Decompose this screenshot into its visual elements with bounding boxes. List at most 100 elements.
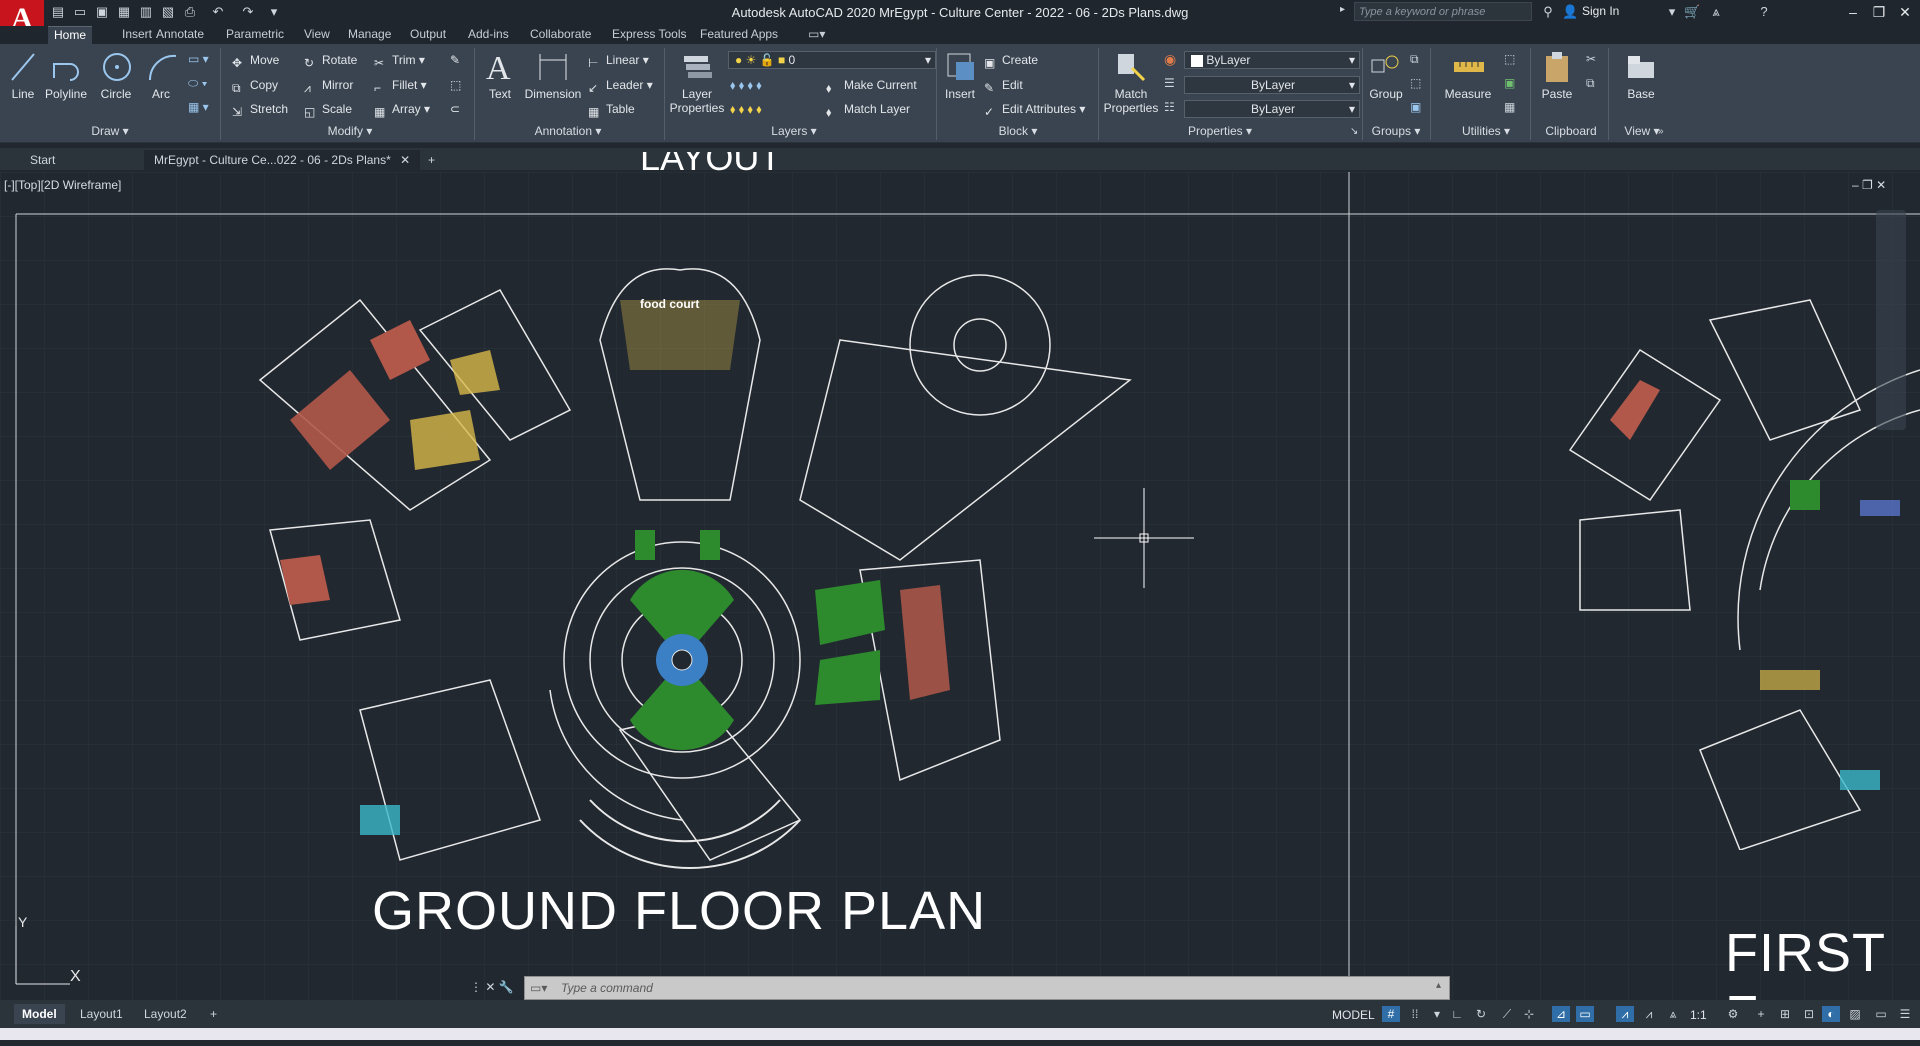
offset-icon[interactable]: ⊂ (450, 100, 460, 118)
new-file-icon[interactable]: ▤ (50, 4, 66, 20)
user-icon[interactable]: 👤 (1562, 4, 1578, 20)
create-block-button[interactable]: ▣ Create (984, 51, 1038, 70)
tab-collaborate[interactable]: Collaborate (524, 26, 597, 44)
rectangle-icon[interactable]: ▭ ▾ (188, 52, 209, 66)
annotation-visibility-icon[interactable]: ⩘ (1616, 1006, 1634, 1022)
redo-icon[interactable]: ↷ (240, 4, 256, 20)
snap-icon[interactable]: ⁞⁞ (1406, 1006, 1424, 1022)
open-web-icon[interactable]: ▥ (138, 4, 154, 20)
binoculars-icon[interactable]: ⚲ (1540, 4, 1556, 20)
properties-dialog-launcher-icon[interactable]: ↘ (1350, 126, 1358, 137)
snap-dropdown-icon[interactable]: ▾ (1428, 1006, 1446, 1022)
navigation-bar[interactable] (1876, 210, 1906, 430)
cart-icon[interactable]: 🛒 (1684, 4, 1700, 20)
tab-express-tools[interactable]: Express Tools (606, 26, 692, 44)
fillet-button[interactable]: ⌐ Fillet ▾ (374, 76, 427, 95)
tab-add-ins[interactable]: Add-ins (462, 26, 515, 44)
tab-annotate[interactable]: Annotate (150, 26, 210, 44)
annotation-panel-label[interactable]: Annotation ▾ (518, 124, 618, 140)
select-all-icon[interactable]: ⬚ (1504, 52, 1515, 66)
properties-panel-label[interactable]: Properties ▾ (1170, 124, 1270, 140)
open-file-icon[interactable]: ▭ (72, 4, 88, 20)
signin-dropdown-icon[interactable]: ▾ (1664, 4, 1680, 20)
modify-panel-label[interactable]: Modify ▾ (300, 124, 400, 140)
arc-button[interactable]: Arc (146, 87, 176, 101)
annotation-monitor-icon[interactable]: + (1752, 1006, 1770, 1022)
annotation-scale-value[interactable]: 1:1 (1690, 1008, 1707, 1022)
linetype-dropdown[interactable]: ByLayer ▾ (1184, 100, 1360, 118)
hardware-acceleration-icon[interactable]: ▨ (1846, 1006, 1864, 1022)
ribbon-expand-icon[interactable]: » (1658, 126, 1664, 137)
isodraft-icon[interactable]: ⟋ (1498, 1006, 1516, 1022)
undo-icon[interactable]: ↶ (210, 4, 226, 20)
measure-button[interactable]: Measure (1440, 87, 1496, 101)
new-tab-button[interactable]: + (418, 150, 445, 170)
close-window-button[interactable]: ✕ (1894, 2, 1916, 22)
scale-button[interactable]: ◱ Scale (304, 100, 352, 119)
sign-in-button[interactable]: Sign In (1582, 4, 1619, 18)
viewport-window-controls[interactable]: ‒ ❐ ✕ (1852, 178, 1886, 192)
circle-button[interactable]: Circle (96, 87, 136, 101)
lineweight-dropdown[interactable]: ByLayer ▾ (1184, 76, 1360, 94)
ribbon-display-toggle-icon[interactable]: ▭▾ (802, 26, 831, 44)
linear-button[interactable]: ⊢ Linear ▾ (588, 51, 649, 70)
annotation-scale-icon[interactable]: ⩓ (1664, 1006, 1682, 1022)
layer-properties-button[interactable]: Layer Properties (668, 87, 726, 115)
stretch-button[interactable]: ⇲ Stretch (232, 100, 288, 119)
polar-icon[interactable]: ↻ (1472, 1006, 1490, 1022)
ground-floor-plan[interactable]: food court (240, 260, 1160, 880)
hatch-icon[interactable]: ⬭ ▾ (188, 76, 207, 91)
copy-button[interactable]: ⧉ Copy (232, 76, 278, 95)
array-button[interactable]: ▦ Array ▾ (374, 100, 430, 119)
color-dropdown[interactable]: ByLayer ▾ (1184, 51, 1360, 69)
workspace-gear-icon[interactable]: ⚙ (1724, 1006, 1742, 1022)
restore-window-button[interactable]: ❐ (1868, 2, 1890, 22)
layout2-tab[interactable]: Layout2 (136, 1004, 195, 1024)
ortho-icon[interactable]: ∟ (1448, 1006, 1466, 1022)
first-floor-plan[interactable] (1560, 290, 1920, 850)
leader-button[interactable]: ↙ Leader ▾ (588, 76, 653, 95)
table-button[interactable]: ▦ Table (588, 100, 635, 119)
text-button[interactable]: Text (482, 87, 518, 101)
groups-panel-label[interactable]: Groups ▾ (1366, 124, 1426, 140)
start-tab[interactable]: Start (20, 150, 65, 170)
clipboard-panel-label[interactable]: Clipboard (1536, 124, 1606, 140)
model-space-toggle[interactable]: MODEL (1332, 1008, 1375, 1022)
tab-manage[interactable]: Manage (342, 26, 397, 44)
tab-featured-apps[interactable]: Featured Apps (694, 26, 784, 44)
group-edit-icon[interactable]: ⬚ (1410, 76, 1421, 90)
calculator-icon[interactable]: ▦ (1504, 100, 1515, 114)
edit-attributes-button[interactable]: ✓ Edit Attributes ▾ (984, 100, 1085, 119)
base-view-button[interactable]: Base (1620, 87, 1662, 101)
save-web-icon[interactable]: ▧ (160, 4, 176, 20)
explode-icon[interactable]: ⬚ (450, 76, 461, 94)
erase-icon[interactable]: ✎ (450, 51, 460, 69)
group-selection-icon[interactable]: ▣ (1410, 100, 1421, 114)
clean-screen-icon[interactable]: ▭ (1872, 1006, 1890, 1022)
add-layout-button[interactable]: + (202, 1004, 225, 1024)
command-line-input[interactable]: Type a command (524, 976, 1450, 1000)
plot-icon[interactable]: ⎙ (182, 4, 198, 20)
paste-button[interactable]: Paste (1536, 87, 1578, 101)
command-history-icon[interactable]: ▭▾ (530, 981, 547, 995)
line-button[interactable]: Line (8, 87, 38, 101)
dimension-button[interactable]: Dimension (520, 87, 586, 101)
customize-quick-access-icon[interactable]: ▾ (266, 4, 282, 20)
tab-parametric[interactable]: Parametric (220, 26, 290, 44)
tab-view[interactable]: View (298, 26, 336, 44)
utilities-panel-label[interactable]: Utilities ▾ (1446, 124, 1526, 140)
viewport-controls-label[interactable]: [-][Top][2D Wireframe] (4, 178, 121, 192)
trim-button[interactable]: ✂ Trim ▾ (374, 51, 425, 70)
layers-panel-label[interactable]: Layers ▾ (744, 124, 844, 140)
layout1-tab[interactable]: Layout1 (72, 1004, 131, 1024)
copy-clip-icon[interactable]: ⧉ (1586, 76, 1595, 91)
block-panel-label[interactable]: Block ▾ (968, 124, 1068, 140)
a360-icon[interactable]: ⩓ (1708, 4, 1724, 20)
layer-tools-icons-row1[interactable]: ⬧ ⬧ ⬧ ⬧ (730, 76, 762, 94)
model-tab[interactable]: Model (14, 1004, 65, 1024)
make-current-button[interactable]: ⬧ Make Current (826, 76, 917, 95)
mirror-button[interactable]: ⩘ Mirror (304, 76, 353, 95)
lineweight-display-icon[interactable]: ▭ (1576, 1006, 1594, 1022)
move-button[interactable]: ✥ Move (232, 51, 279, 70)
document-tab[interactable]: MrEgypt - Culture Ce...022 - 06 - 2Ds Pl… (144, 150, 421, 170)
